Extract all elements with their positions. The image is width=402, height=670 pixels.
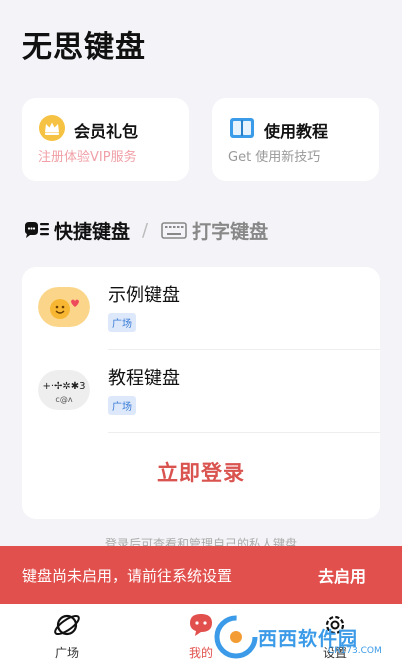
watermark-logo-icon xyxy=(214,615,258,659)
keyboard-name: 教程键盘 xyxy=(108,368,180,389)
tab-separator: / xyxy=(142,219,149,241)
tab-quick-keyboard[interactable]: 快捷键盘 xyxy=(22,217,130,244)
tab-typing-keyboard[interactable]: 打字键盘 xyxy=(160,217,268,244)
keyboard-icon xyxy=(161,222,187,239)
tutorial-subtitle: Get 使用新技巧 xyxy=(228,150,321,165)
keyboard-list-card: 示例键盘 广场 +·✢✲✱3 c@ʌ 教程键盘 广场 立即登录 xyxy=(22,267,380,519)
chat-list-icon xyxy=(25,222,49,238)
tab-quick-keyboard-label: 快捷键盘 xyxy=(54,220,131,243)
keyboard-tag: 广场 xyxy=(108,313,136,332)
watermark-subtext: CR173.COM xyxy=(328,646,382,656)
vip-gift-card[interactable]: 会员礼包 注册体验VIP服务 xyxy=(22,98,189,181)
login-button[interactable]: 立即登录 xyxy=(22,457,380,487)
keyboard-disabled-banner: 键盘尚未启用，请前往系统设置 去启用 xyxy=(0,546,402,604)
symbol-keyboard-thumbnail: +·✢✲✱3 c@ʌ xyxy=(38,370,90,410)
keyboard-name: 示例键盘 xyxy=(108,285,180,306)
keyboard-tag: 广场 xyxy=(108,396,136,415)
tutorial-card[interactable]: 使用教程 Get 使用新技巧 xyxy=(212,98,379,181)
book-icon xyxy=(230,118,254,138)
vip-gift-title: 会员礼包 xyxy=(74,122,139,141)
site-watermark: 西西软件园 CR173.COM xyxy=(214,612,384,662)
nav-square-label: 广场 xyxy=(54,646,79,660)
emoji-keyboard-thumbnail xyxy=(38,287,90,327)
planet-icon xyxy=(54,614,80,636)
list-item[interactable]: +·✢✲✱3 c@ʌ 教程键盘 广场 xyxy=(22,350,380,432)
nav-square[interactable]: 广场 xyxy=(27,610,107,661)
chat-bubble-icon xyxy=(190,614,212,636)
vip-gift-subtitle: 注册体验VIP服务 xyxy=(38,150,137,165)
svg-text:+·✢✲✱3: +·✢✲✱3 xyxy=(42,381,85,392)
tutorial-title: 使用教程 xyxy=(264,122,329,141)
tab-typing-keyboard-label: 打字键盘 xyxy=(192,220,269,243)
page-title: 无思键盘 xyxy=(22,30,146,65)
list-item[interactable]: 示例键盘 广场 xyxy=(22,267,380,349)
svg-text:c@ʌ: c@ʌ xyxy=(55,395,72,404)
divider xyxy=(108,432,380,433)
banner-message: 键盘尚未启用，请前往系统设置 xyxy=(22,566,233,585)
crown-icon xyxy=(39,115,65,141)
enable-button[interactable]: 去启用 xyxy=(318,563,366,587)
keyboard-type-tabs: 快捷键盘 / 打字键盘 xyxy=(22,214,268,246)
